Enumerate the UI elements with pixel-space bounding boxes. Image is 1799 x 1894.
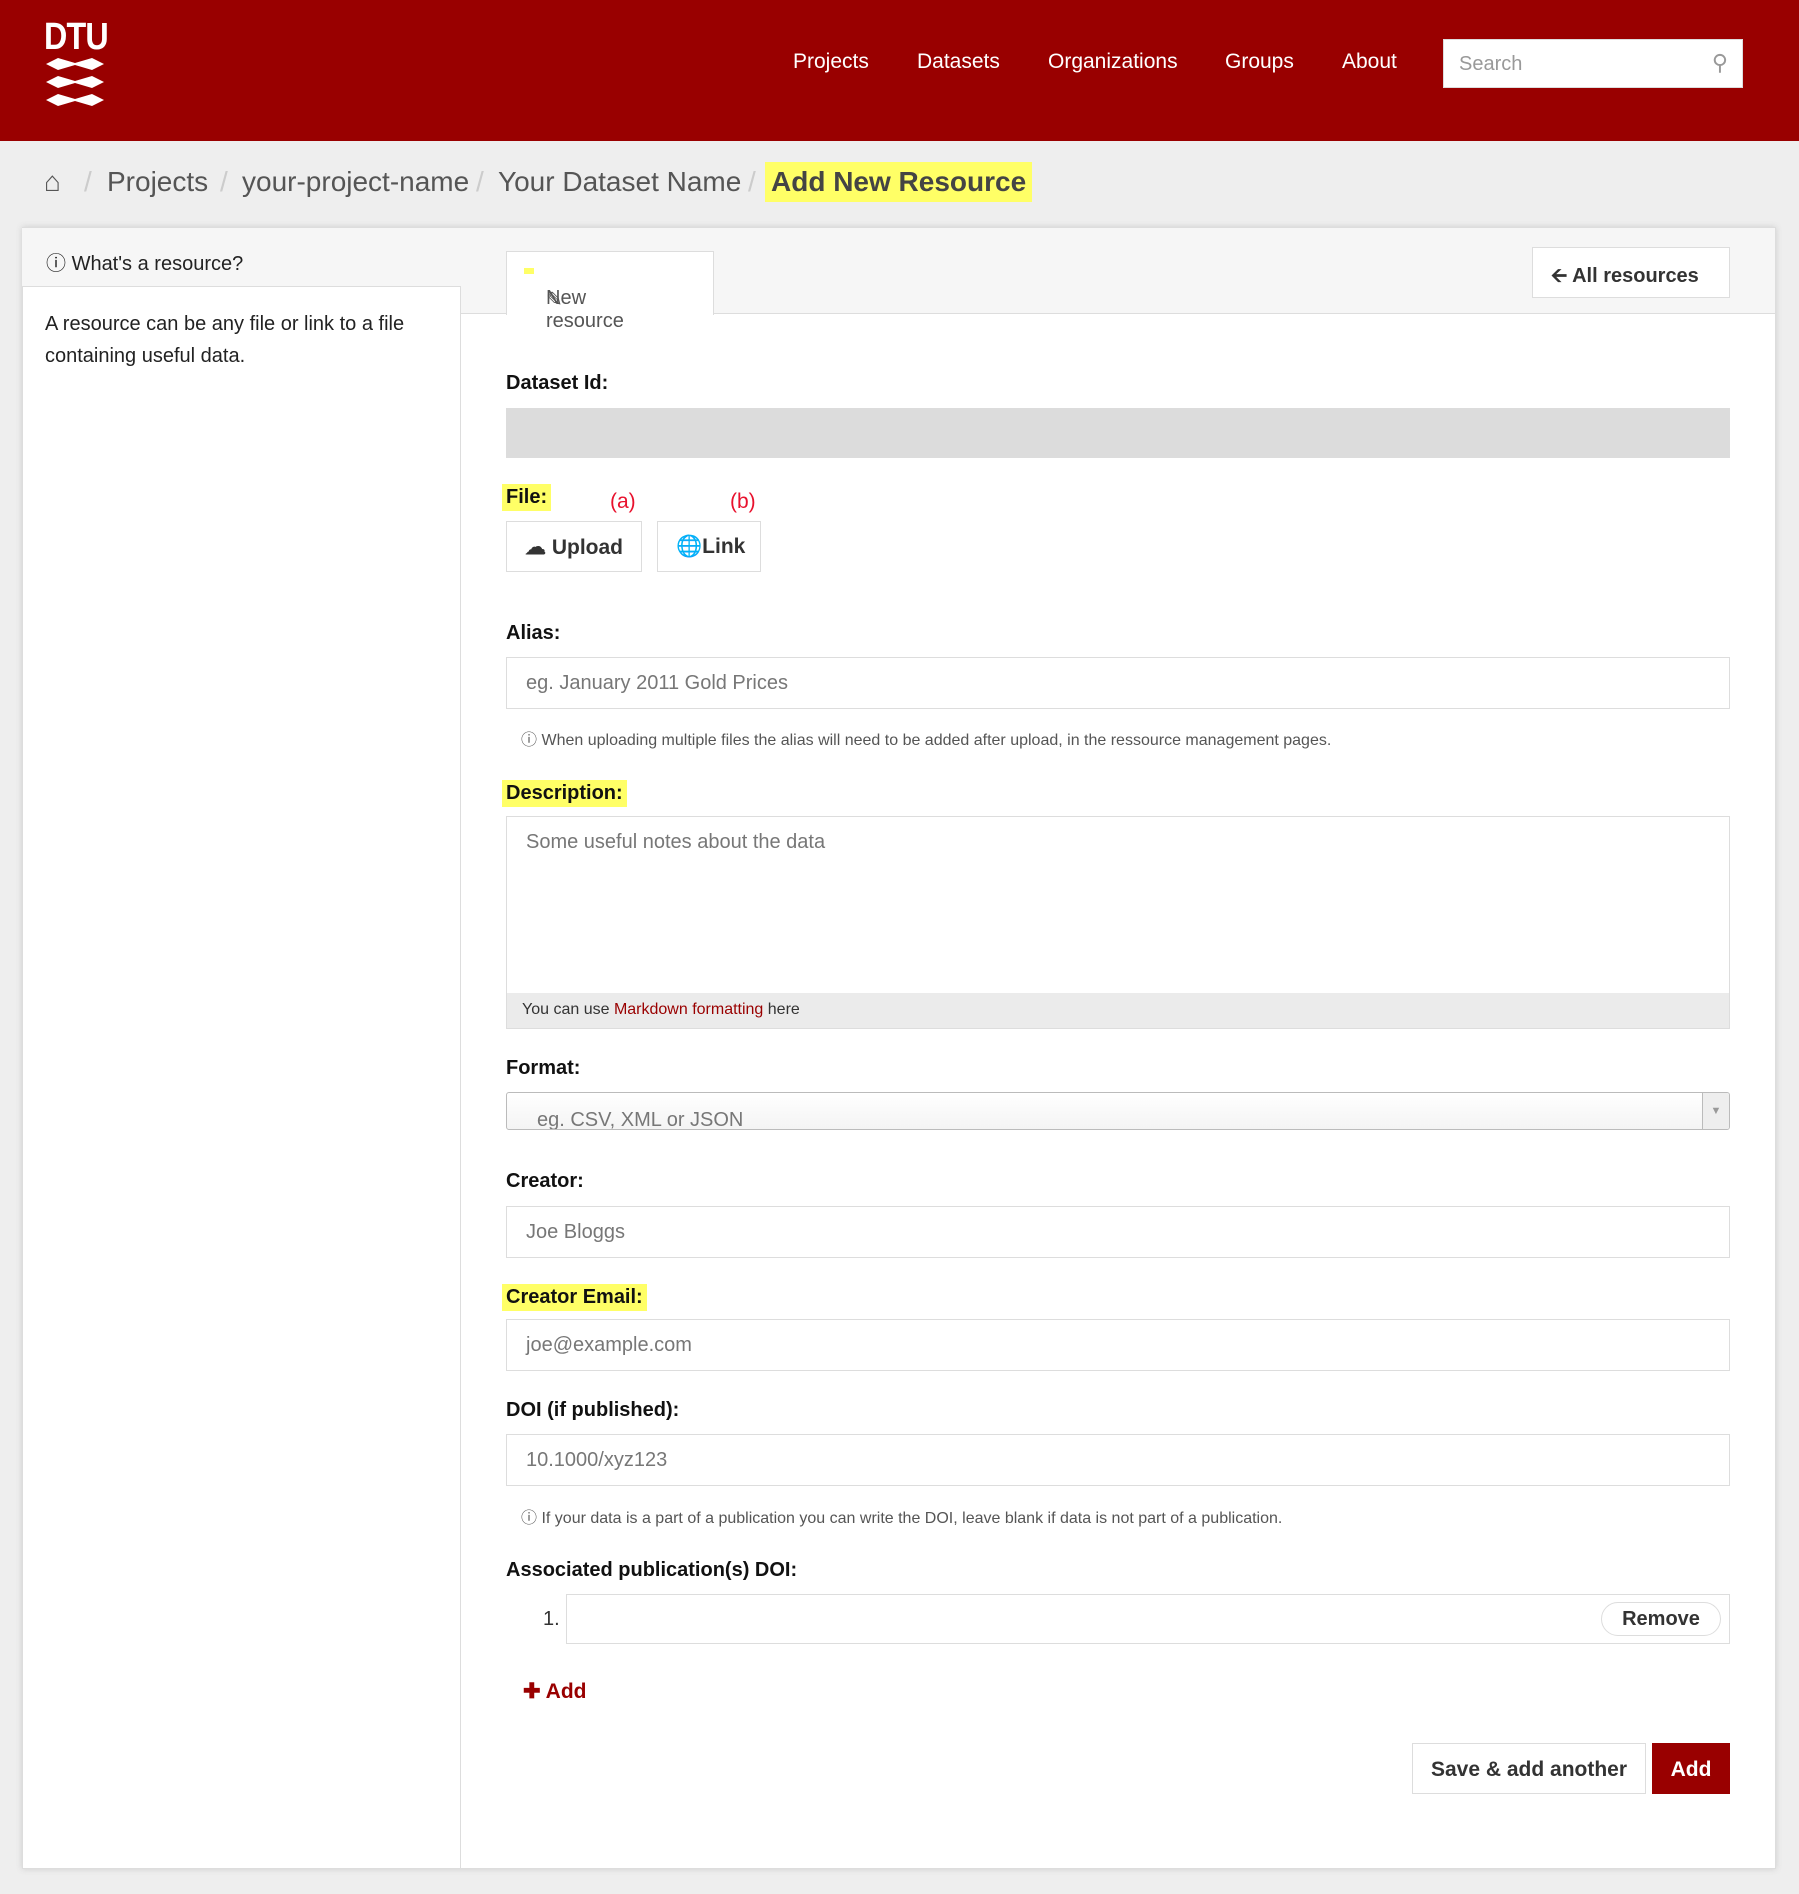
- all-resources-label: All resources: [1572, 265, 1699, 287]
- breadcrumb-projects[interactable]: Projects: [107, 166, 208, 198]
- assoc-doi-input[interactable]: [566, 1594, 1730, 1644]
- all-resources-button[interactable]: 🡨 All resources: [1532, 247, 1730, 298]
- creator-email-label: Creator Email:: [502, 1284, 647, 1311]
- tab-label: New resource: [546, 287, 624, 332]
- annotation-a: (a): [610, 490, 636, 513]
- dtu-logo[interactable]: DTU: [44, 16, 109, 59]
- description-label: Description:: [502, 780, 627, 807]
- logo-waves-icon: [46, 58, 104, 106]
- info-icon: ⓘ: [46, 253, 66, 275]
- nav-datasets[interactable]: Datasets: [917, 50, 1000, 74]
- creator-label: Creator:: [506, 1170, 584, 1192]
- annotation-b: (b): [730, 490, 756, 513]
- alias-label: Alias:: [506, 622, 561, 644]
- add-doi-link[interactable]: ✚ Add: [523, 1679, 587, 1704]
- link-button[interactable]: 🌐Link: [657, 521, 761, 572]
- add-doi-label: Add: [545, 1680, 587, 1703]
- doi-help: ⓘ If your data is a part of a publicatio…: [521, 1504, 1282, 1528]
- search-icon[interactable]: ⚲: [1712, 50, 1728, 76]
- info-icon: ⓘ: [521, 1510, 538, 1527]
- assoc-doi-label: Associated publication(s) DOI:: [506, 1559, 798, 1581]
- tab-new-resource[interactable]: ✎ New resource: [506, 251, 714, 332]
- nav-about[interactable]: About: [1342, 50, 1397, 74]
- markdown-hint: You can use Markdown formatting here: [507, 993, 1729, 1028]
- format-placeholder: eg. CSV, XML or JSON: [537, 1109, 744, 1130]
- home-icon[interactable]: ⌂: [44, 166, 61, 198]
- assoc-index: 1.: [543, 1608, 560, 1630]
- search-placeholder: Search: [1459, 53, 1523, 75]
- format-label: Format:: [506, 1057, 581, 1079]
- creator-input[interactable]: Joe Bloggs: [506, 1206, 1730, 1258]
- save-add-another-button[interactable]: Save & add another: [1412, 1743, 1646, 1794]
- description-placeholder: Some useful notes about the data: [526, 831, 826, 853]
- md-pre: You can use: [522, 1001, 614, 1018]
- file-label: File:: [502, 484, 552, 511]
- info-icon: ⓘ: [521, 732, 538, 749]
- arrow-left-icon: 🡨: [1551, 265, 1568, 287]
- markdown-link[interactable]: Markdown formatting: [614, 1001, 763, 1018]
- sidebar: [22, 227, 461, 1869]
- doi-label: DOI (if published):: [506, 1399, 680, 1421]
- nav-groups[interactable]: Groups: [1225, 50, 1294, 74]
- doi-help-text: If your data is a part of a publication …: [541, 1510, 1283, 1527]
- breadcrumb-current: Add New Resource: [765, 162, 1033, 202]
- sidebar-heading: ⓘ What's a resource?: [22, 228, 461, 287]
- search-input[interactable]: Search ⚲: [1443, 39, 1743, 88]
- doi-input[interactable]: 10.1000/xyz123: [506, 1434, 1730, 1486]
- breadcrumb-dataset[interactable]: Your Dataset Name: [498, 166, 741, 198]
- breadcrumb-project[interactable]: your-project-name: [242, 166, 469, 198]
- globe-icon: 🌐: [676, 535, 703, 558]
- chevron-down-icon[interactable]: ▼: [1702, 1093, 1729, 1129]
- md-post: here: [763, 1001, 800, 1018]
- plus-icon: ✚: [523, 1680, 541, 1703]
- alias-input[interactable]: eg. January 2011 Gold Prices: [506, 657, 1730, 709]
- sidebar-text: A resource can be any file or link to a …: [45, 313, 405, 367]
- link-label: Link: [702, 535, 746, 558]
- dataset-id-label: Dataset Id:: [506, 372, 609, 394]
- add-submit-button[interactable]: Add: [1652, 1743, 1730, 1794]
- cloud-upload-icon: ☁: [525, 536, 546, 559]
- upload-label: Upload: [551, 536, 624, 559]
- alias-help-text: When uploading multiple files the alias …: [541, 732, 1332, 749]
- creator-email-input[interactable]: joe@example.com: [506, 1319, 1730, 1371]
- nav-projects[interactable]: Projects: [793, 50, 869, 74]
- dataset-id-field: [506, 408, 1730, 458]
- sidebar-title: What's a resource?: [71, 253, 244, 275]
- nav-organizations[interactable]: Organizations: [1048, 50, 1178, 74]
- format-select[interactable]: eg. CSV, XML or JSON ▼: [506, 1092, 1730, 1130]
- upload-button[interactable]: ☁ Upload: [506, 521, 642, 572]
- header: DTU Projects Datasets Organizations Grou…: [0, 0, 1799, 141]
- remove-button[interactable]: Remove: [1601, 1602, 1721, 1636]
- alias-help: ⓘ When uploading multiple files the alia…: [521, 726, 1331, 750]
